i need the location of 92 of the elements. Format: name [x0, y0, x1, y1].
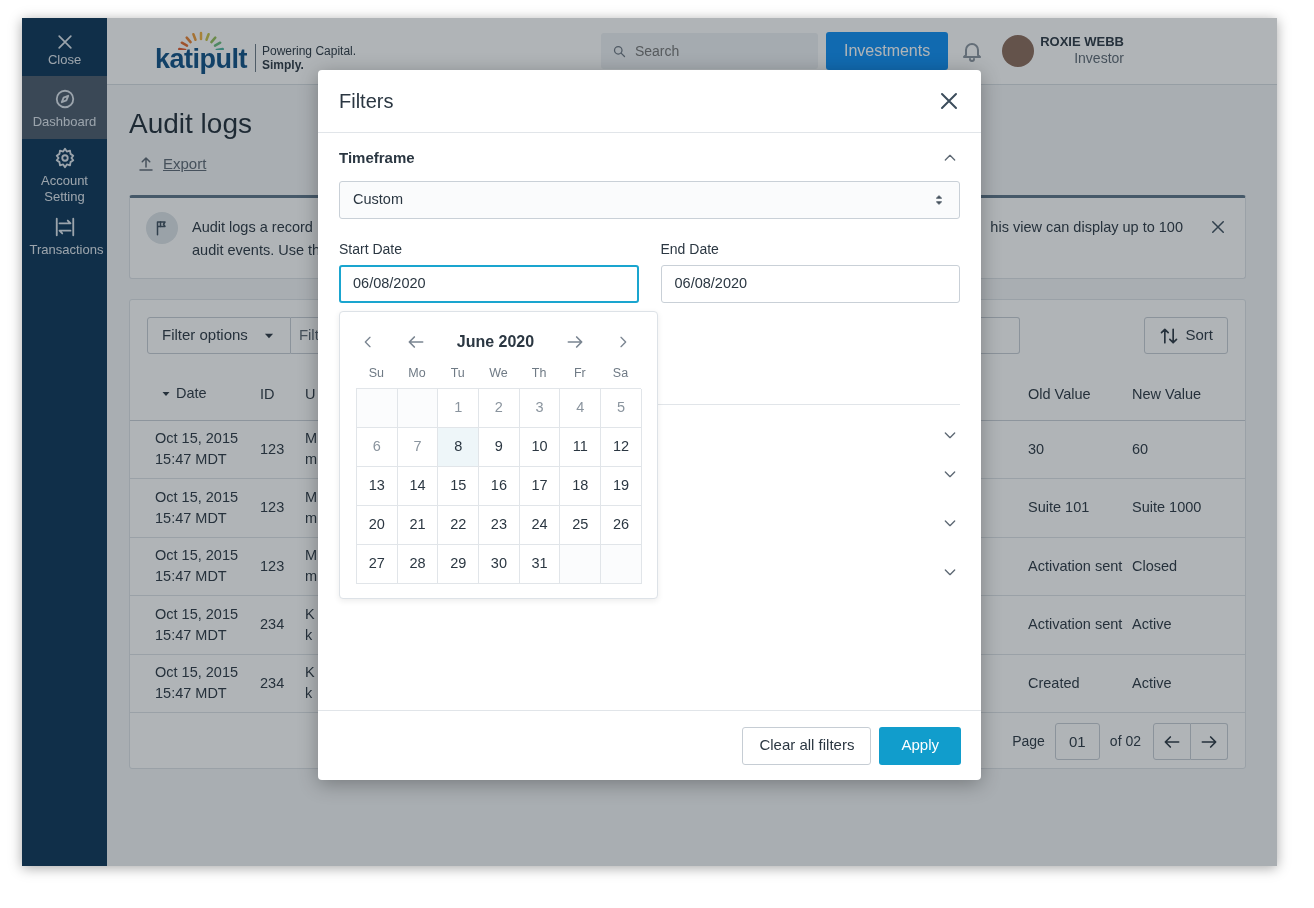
- calendar-day[interactable]: 10: [519, 428, 561, 467]
- table-cell-text: 123: [260, 498, 285, 518]
- dialog-title: Filters: [339, 89, 394, 114]
- table-cell-text: Activation sent: [1028, 615, 1123, 635]
- calendar-day[interactable]: 30: [479, 545, 520, 584]
- table-cell-text: Suite 1000: [1132, 498, 1202, 518]
- calendar-day[interactable]: 19: [601, 467, 642, 506]
- weekday-label: Su: [367, 364, 385, 382]
- table-cell-text: Activation sent: [1028, 556, 1123, 576]
- calendar-day[interactable]: 13: [357, 467, 398, 506]
- column-header[interactable]: New Value: [1132, 383, 1202, 406]
- column-header[interactable]: U: [305, 383, 316, 406]
- calendar-day[interactable]: 16: [479, 467, 520, 506]
- calendar-day[interactable]: 20: [357, 506, 398, 545]
- table-cell-text: 60: [1132, 439, 1149, 459]
- flag-icon: [146, 212, 178, 245]
- export-link[interactable]: Export: [137, 152, 207, 176]
- table-cell-text: Created: [1028, 673, 1080, 693]
- calendar-day[interactable]: 28: [397, 545, 439, 584]
- calendar-day[interactable]: 15: [438, 467, 480, 506]
- calendar-day[interactable]: 14: [397, 467, 439, 506]
- column-header[interactable]: Old Value: [1028, 383, 1091, 406]
- calendar-day[interactable]: 17: [519, 467, 561, 506]
- table-cell-text: Closed: [1132, 556, 1178, 576]
- sidebar-item[interactable]: Account Setting: [22, 139, 107, 209]
- clear-filters-button[interactable]: Clear all filters: [742, 726, 872, 765]
- table-cell-text: 234: [260, 673, 285, 693]
- table-cell-text: Active: [1132, 673, 1172, 693]
- field-label: End Date: [660, 239, 720, 259]
- calendar-day[interactable]: 12: [601, 428, 642, 467]
- table-cell-text: 123: [260, 439, 285, 459]
- weekday-label: Tu: [449, 364, 466, 382]
- calendar-day[interactable]: 8: [438, 428, 480, 467]
- compass-icon: [53, 87, 76, 110]
- table-cell-text: K k: [305, 663, 315, 704]
- search-icon: [611, 44, 627, 59]
- page-field[interactable]: 01: [1054, 723, 1100, 761]
- weekday-label: We: [488, 364, 509, 382]
- table-cell-text: Oct 15, 2015 15:47 MDT: [155, 487, 239, 528]
- column-header[interactable]: Date: [160, 383, 207, 405]
- field-label: Start Date: [339, 239, 404, 259]
- timeframe-select[interactable]: Custom: [339, 180, 960, 219]
- table-cell-text: 30: [1028, 439, 1045, 459]
- table-cell-text: M m: [305, 546, 318, 587]
- weekday-label: Fr: [572, 364, 587, 382]
- notice-text: his view can display up to 100: [990, 218, 1183, 238]
- page-label: Page: [1012, 732, 1045, 752]
- table-cell-text: 123: [260, 556, 285, 576]
- next-page-button[interactable]: [1191, 723, 1228, 761]
- table-cell-text: M m: [305, 487, 318, 528]
- calendar-day[interactable]: 21: [397, 506, 439, 545]
- user-role: Investor: [1074, 50, 1124, 67]
- weekday-label: Sa: [611, 364, 630, 382]
- calendar-day[interactable]: 24: [519, 506, 561, 545]
- calendar-day[interactable]: 29: [438, 545, 480, 584]
- table-cell-text: Active: [1132, 615, 1172, 635]
- calendar-day[interactable]: 27: [357, 545, 398, 584]
- table-cell-text: Oct 15, 2015 15:47 MDT: [155, 429, 239, 470]
- calendar-day[interactable]: 22: [438, 506, 480, 545]
- sidebar-item[interactable]: Transactions: [22, 208, 107, 262]
- weekday-label: Mo: [407, 364, 427, 382]
- sidebar-item[interactable]: Dashboard: [22, 75, 107, 140]
- avatar[interactable]: [1002, 35, 1035, 67]
- table-cell-text: Oct 15, 2015 15:47 MDT: [155, 604, 239, 645]
- table-cell-text: Suite 101: [1028, 498, 1090, 518]
- column-header[interactable]: ID: [260, 383, 275, 406]
- section-toggle[interactable]: Timeframe: [339, 147, 960, 170]
- page-total: of 02: [1109, 732, 1141, 752]
- gear-icon: [53, 147, 76, 170]
- page-title: Audit logs: [129, 107, 253, 141]
- date-field[interactable]: 06/08/2020: [660, 264, 960, 303]
- calendar-day[interactable]: 11: [560, 428, 602, 467]
- filter-options-button[interactable]: Filter options: [147, 317, 291, 355]
- sort-button[interactable]: Sort: [1144, 317, 1228, 355]
- table-cell-text: M m: [305, 429, 318, 470]
- transfer-arrows-icon: [53, 216, 76, 239]
- table-cell-text: Oct 15, 2015 15:47 MDT: [155, 663, 239, 704]
- calendar-month: June 2020: [456, 332, 535, 352]
- previous-page-button[interactable]: [1153, 723, 1191, 761]
- logo-wordmark: katipult: [155, 45, 247, 73]
- upload-icon: [137, 154, 155, 173]
- user-name: ROXIE WEBB: [1040, 35, 1124, 51]
- weekday-label: Th: [530, 364, 548, 382]
- close-button[interactable]: Close: [22, 18, 107, 76]
- date-field[interactable]: 06/08/2020: [339, 264, 639, 303]
- calendar-day[interactable]: 23: [479, 506, 520, 545]
- table-cell-text: K k: [305, 604, 315, 645]
- calendar-day[interactable]: 9: [479, 428, 520, 467]
- table-cell-text: Oct 15, 2015 15:47 MDT: [155, 546, 239, 587]
- table-cell-text: 234: [260, 615, 285, 635]
- calendar-day[interactable]: 18: [560, 467, 602, 506]
- search-field[interactable]: Search: [600, 33, 818, 69]
